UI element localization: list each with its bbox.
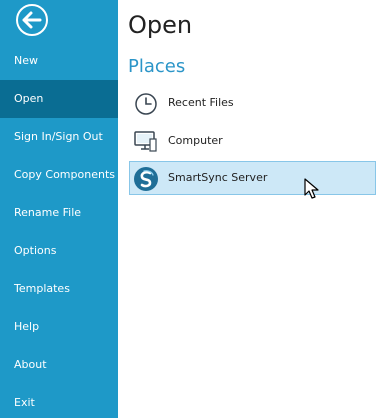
places-heading: Places — [128, 56, 186, 77]
menu-item-help[interactable]: Help — [0, 308, 118, 346]
menu-item-copy-components[interactable]: Copy Components — [0, 156, 118, 194]
place-label: Computer — [168, 134, 223, 147]
back-arrow-icon — [14, 2, 50, 38]
backstage-sidebar: New Open Sign In/Sign Out Copy Component… — [0, 0, 118, 418]
place-label: Recent Files — [168, 96, 234, 109]
back-button[interactable] — [14, 2, 50, 38]
menu-item-about[interactable]: About — [0, 346, 118, 384]
computer-icon — [133, 129, 159, 155]
backstage-window: New Open Sign In/Sign Out Copy Component… — [0, 0, 389, 418]
menu-item-new[interactable]: New — [0, 42, 118, 80]
place-label: SmartSync Server — [168, 171, 268, 184]
place-computer[interactable]: Computer — [129, 124, 376, 158]
clock-icon — [133, 91, 159, 117]
menu-item-open[interactable]: Open — [0, 80, 118, 118]
open-panel: Open Places Recent Files Computer SmartS… — [118, 0, 389, 418]
menu-item-exit[interactable]: Exit — [0, 384, 118, 418]
place-recent-files[interactable]: Recent Files — [129, 86, 376, 120]
menu-item-rename-file[interactable]: Rename File — [0, 194, 118, 232]
menu-item-sign-in-sign-out[interactable]: Sign In/Sign Out — [0, 118, 118, 156]
backstage-menu: New Open Sign In/Sign Out Copy Component… — [0, 42, 118, 418]
page-title: Open — [128, 11, 193, 39]
menu-item-options[interactable]: Options — [0, 232, 118, 270]
place-smartsync-server[interactable]: SmartSync Server — [129, 161, 376, 195]
menu-item-templates[interactable]: Templates — [0, 270, 118, 308]
smartsync-icon — [133, 166, 159, 192]
